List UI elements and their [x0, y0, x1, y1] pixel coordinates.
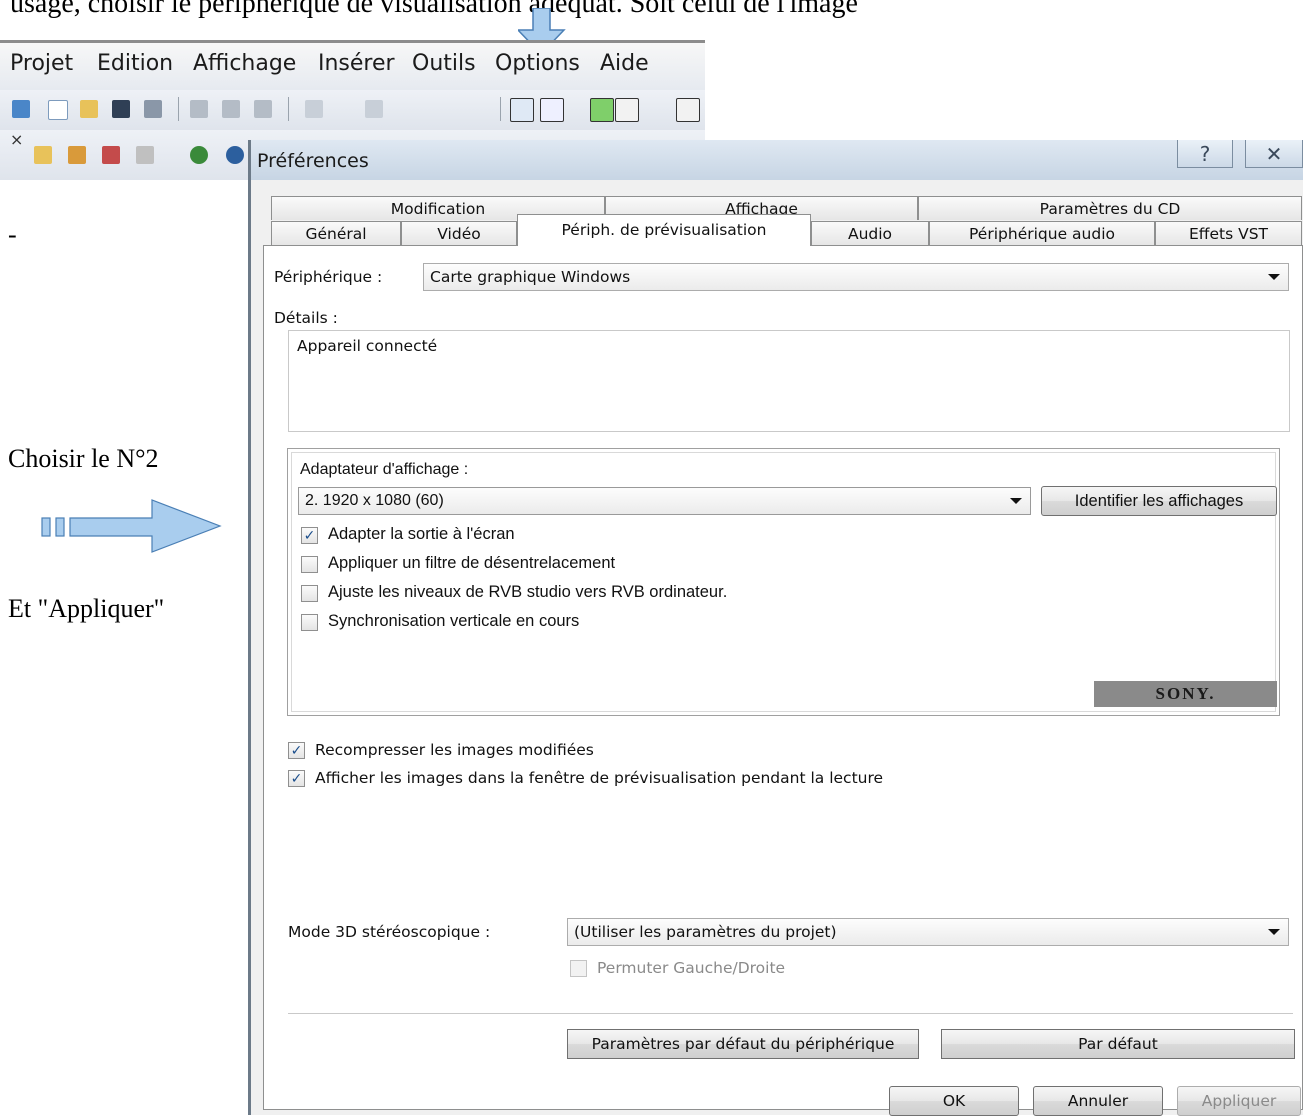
vsync-label: Synchronisation verticale en cours [328, 612, 580, 630]
identify-displays-button[interactable]: Identifier les affichages [1041, 486, 1277, 516]
dropdown-arrow-icon[interactable] [615, 98, 639, 122]
chevron-down-icon [1268, 929, 1280, 935]
swap-lr-checkbox[interactable] [570, 960, 587, 977]
close-mark-icon[interactable]: × [10, 130, 23, 149]
tab-audio-device[interactable]: Périphérique audio [929, 221, 1155, 245]
tab-audio[interactable]: Audio [811, 221, 929, 245]
redo-icon[interactable] [365, 100, 383, 118]
toolbar-separator [178, 97, 179, 121]
stereo-mode-label: Mode 3D stéréoscopique : [288, 923, 491, 941]
fit-output-label: Adapter la sortie à l'écran [328, 525, 515, 543]
tab-vst-effects[interactable]: Effets VST [1155, 221, 1302, 245]
paste-icon[interactable] [254, 100, 272, 118]
adapter-select-value: 2. 1920 x 1080 (60) [305, 492, 444, 509]
undo-icon[interactable] [305, 100, 323, 118]
tab-parametres-cd[interactable]: Paramètres du CD [918, 196, 1302, 220]
menu-projet[interactable]: Projet [10, 51, 73, 76]
deinterlace-checkbox[interactable] [301, 556, 318, 573]
apply-button[interactable]: Appliquer [1177, 1086, 1301, 1116]
device-defaults-button[interactable]: Paramètres par défaut du périphérique [567, 1029, 919, 1059]
annotation-choose: Choisir le N°2 [8, 444, 159, 473]
tab-video[interactable]: Vidéo [401, 221, 517, 245]
explorer-icon[interactable] [34, 146, 52, 164]
annotation-apply: Et "Appliquer" [8, 594, 165, 623]
preferences-dialog: Préférences ? ✕ Modification Affichage P… [248, 140, 1303, 1116]
preview-device-panel: Périphérique : Carte graphique Windows D… [263, 245, 1303, 1110]
menu-edition[interactable]: Edition [97, 51, 173, 76]
display-adapter-group: Adaptateur d'affichage : 2. 1920 x 1080 … [287, 448, 1280, 716]
new-file-icon[interactable] [48, 100, 68, 120]
vsync-checkbox[interactable] [301, 614, 318, 631]
cut-icon[interactable] [190, 100, 208, 118]
menu-options[interactable]: Options [495, 51, 580, 76]
rgb-levels-label: Ajuste les niveaux de RVB studio vers RV… [328, 583, 728, 601]
app-menubar: Projet Edition Affichage Insérer Outils … [0, 40, 705, 90]
close-button[interactable]: ✕ [1245, 140, 1303, 168]
partial-instruction-text: usage, choisir le périphérique de visual… [10, 0, 858, 19]
rgb-levels-checkbox[interactable] [301, 585, 318, 602]
details-box: Appareil connecté [288, 330, 1290, 432]
auto-ripple-icon[interactable] [590, 98, 614, 122]
fit-output-checkbox[interactable]: ✓ [301, 527, 318, 544]
web-icon[interactable] [226, 146, 244, 164]
new-project-icon[interactable] [12, 100, 30, 118]
edit-tool-icon[interactable] [510, 98, 534, 122]
deinterlace-label: Appliquer un filtre de désentrelacement [328, 554, 616, 572]
dialog-title: Préférences [257, 150, 369, 172]
save-icon[interactable] [112, 100, 130, 118]
chevron-down-icon [1268, 274, 1280, 280]
dialog-titlebar: Préférences ? ✕ [251, 140, 1303, 180]
tab-general[interactable]: Général [271, 221, 401, 245]
media-icon[interactable] [68, 146, 86, 164]
close-icon: ✕ [1265, 141, 1283, 166]
help-icon: ? [1199, 141, 1211, 166]
toolbar-separator [288, 97, 289, 121]
menu-affichage[interactable]: Affichage [193, 51, 296, 76]
details-label: Détails : [274, 309, 338, 327]
dash-mark: - [8, 220, 17, 249]
divider [288, 1013, 1293, 1014]
capture-icon[interactable] [102, 146, 120, 164]
ok-button[interactable]: OK [889, 1086, 1019, 1116]
device-label: Périphérique : [274, 268, 383, 286]
trimmer-icon[interactable] [136, 146, 154, 164]
tab-preview-device[interactable]: Périph. de prévisualisation [517, 214, 811, 246]
open-folder-icon[interactable] [80, 100, 98, 118]
adapter-select[interactable]: 2. 1920 x 1080 (60) [298, 487, 1031, 515]
defaults-button[interactable]: Par défaut [941, 1029, 1295, 1059]
checkmark-icon: ✓ [290, 770, 303, 787]
toolbar-separator [500, 97, 501, 121]
stereo-mode-value: (Utiliser les paramètres du projet) [574, 923, 837, 941]
sony-logo: SONY. [1094, 681, 1277, 707]
show-frames-checkbox[interactable]: ✓ [288, 770, 305, 787]
lock-envelopes-icon[interactable] [676, 98, 700, 122]
device-select-value: Carte graphique Windows [430, 268, 631, 286]
show-frames-label: Afficher les images dans la fenêtre de p… [315, 769, 884, 787]
right-arrow-annotation [41, 499, 222, 553]
adapter-label: Adaptateur d'affichage : [300, 461, 469, 478]
burn-disc-icon[interactable] [190, 146, 208, 164]
app-toolbar-main [0, 90, 705, 130]
render-icon[interactable] [144, 100, 162, 118]
recompress-label: Recompresser les images modifiées [315, 741, 594, 759]
envelope-tool-icon[interactable] [540, 98, 564, 122]
menu-outils[interactable]: Outils [412, 51, 476, 76]
cancel-button[interactable]: Annuler [1033, 1086, 1163, 1116]
details-text: Appareil connecté [297, 337, 438, 355]
help-button[interactable]: ? [1177, 140, 1233, 168]
swap-lr-label: Permuter Gauche/Droite [597, 959, 786, 977]
copy-icon[interactable] [222, 100, 240, 118]
device-select[interactable]: Carte graphique Windows [423, 263, 1289, 291]
menu-aide[interactable]: Aide [600, 51, 649, 76]
stereo-mode-select[interactable]: (Utiliser les paramètres du projet) [567, 918, 1289, 946]
checkmark-icon: ✓ [303, 527, 316, 544]
recompress-checkbox[interactable]: ✓ [288, 742, 305, 759]
menu-inserer[interactable]: Insérer [318, 51, 395, 76]
checkmark-icon: ✓ [290, 742, 303, 759]
chevron-down-icon [1010, 498, 1022, 504]
